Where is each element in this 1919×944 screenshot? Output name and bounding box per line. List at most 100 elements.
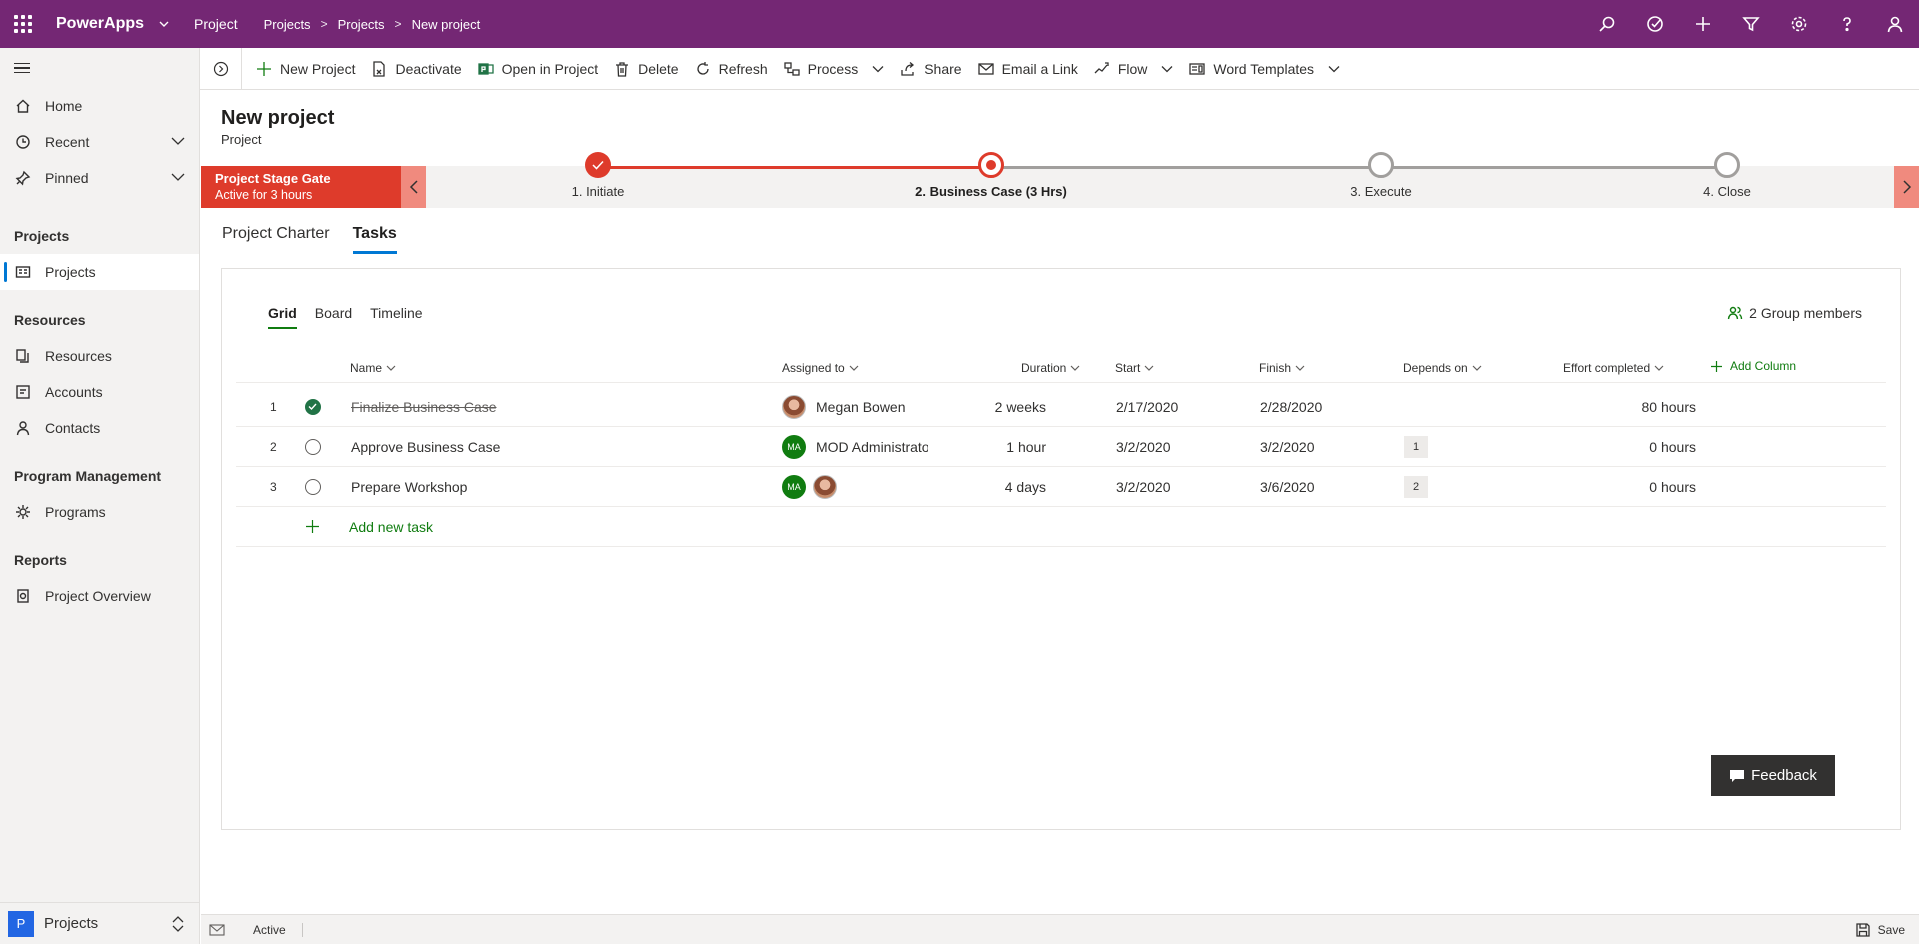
sidebar-item-home[interactable]: Home	[0, 88, 199, 124]
sidebar-item-resources[interactable]: Resources	[0, 338, 199, 374]
assigned-to[interactable]: MOD Administrator	[816, 439, 928, 455]
clock-icon	[14, 133, 32, 151]
table-row[interactable]: 1 Finalize Business Case Megan Bowen 2 w…	[236, 387, 1886, 427]
task-finish[interactable]: 2/28/2020	[1260, 399, 1322, 415]
stage-node-close[interactable]	[1714, 152, 1740, 178]
add-column-button[interactable]: Add Column	[1710, 359, 1796, 373]
sidebar-item-recent[interactable]: Recent	[0, 124, 199, 160]
filter-icon[interactable]	[1727, 0, 1775, 48]
refresh-button[interactable]: Refresh	[687, 48, 776, 90]
task-name[interactable]: Approve Business Case	[351, 439, 500, 455]
next-stage-button[interactable]	[1894, 166, 1919, 208]
help-icon[interactable]	[1823, 0, 1871, 48]
stage-label-active[interactable]: 2. Business Case (3 Hrs)	[915, 184, 1067, 199]
area-label: Projects	[44, 915, 99, 932]
sidebar-item-programs[interactable]: Programs	[0, 494, 199, 530]
task-effort[interactable]: 0 hours	[1586, 439, 1696, 455]
process-flyout-button[interactable]: Project Stage Gate Active for 3 hours	[201, 166, 401, 208]
task-finish[interactable]: 3/2/2020	[1260, 439, 1315, 455]
column-header-start[interactable]: Start	[1115, 361, 1154, 375]
share-button[interactable]: Share	[892, 48, 969, 90]
feedback-button[interactable]: Feedback	[1711, 755, 1835, 796]
table-row[interactable]: 2 Approve Business Case MA MOD Administr…	[236, 427, 1886, 467]
stage-label[interactable]: 1. Initiate	[572, 184, 625, 199]
column-header-name[interactable]: Name	[350, 361, 396, 375]
task-start[interactable]: 3/2/2020	[1116, 479, 1171, 495]
tab-project-charter[interactable]: Project Charter	[222, 225, 330, 254]
task-start[interactable]: 2/17/2020	[1116, 399, 1178, 415]
add-new-task-button[interactable]: Add new task	[349, 519, 433, 535]
assistant-icon[interactable]	[1631, 0, 1679, 48]
open-in-project-button[interactable]: Open in Project	[470, 48, 607, 90]
stage-node-business-case-active[interactable]	[978, 152, 1004, 178]
task-complete-checkbox[interactable]	[305, 399, 321, 415]
tab-tasks[interactable]: Tasks	[352, 225, 397, 254]
view-grid[interactable]: Grid	[268, 305, 297, 329]
task-start[interactable]: 3/2/2020	[1116, 439, 1171, 455]
open-record-icon[interactable]	[209, 922, 225, 938]
table-row[interactable]: 3 Prepare Workshop MA 4 days 3/2/2020 3/…	[236, 467, 1886, 507]
sidebar-item-pinned[interactable]: Pinned	[0, 160, 199, 196]
delete-button[interactable]: Delete	[606, 48, 686, 90]
task-duration[interactable]: 1 hour	[956, 439, 1046, 455]
view-timeline[interactable]: Timeline	[370, 305, 422, 329]
add-task-row[interactable]: Add new task	[236, 507, 1886, 547]
task-name[interactable]: Finalize Business Case	[351, 399, 497, 415]
stage-node-execute[interactable]	[1368, 152, 1394, 178]
column-header-duration[interactable]: Duration	[1021, 361, 1080, 375]
word-templates-button[interactable]: Word Templates	[1181, 48, 1348, 90]
depends-on-badge[interactable]: 1	[1404, 436, 1428, 458]
column-header-assigned[interactable]: Assigned to	[782, 361, 859, 375]
group-members-button[interactable]: 2 Group members	[1727, 305, 1862, 321]
stage-node-initiate-completed[interactable]	[585, 152, 611, 178]
save-button[interactable]: Save	[1855, 923, 1905, 937]
task-name[interactable]: Prepare Workshop	[351, 479, 467, 495]
sidebar-item-projects[interactable]: Projects	[0, 254, 199, 290]
task-complete-checkbox[interactable]	[305, 479, 321, 495]
depends-on-badge[interactable]: 2	[1404, 476, 1428, 498]
task-finish[interactable]: 3/6/2020	[1260, 479, 1315, 495]
breadcrumb-item[interactable]: Projects	[264, 17, 311, 32]
process-button[interactable]: Process	[776, 48, 893, 90]
task-duration[interactable]: 4 days	[956, 479, 1046, 495]
task-duration[interactable]: 2 weeks	[956, 399, 1046, 415]
user-icon[interactable]	[1871, 0, 1919, 48]
button-label: Open in Project	[501, 60, 599, 77]
plus-icon[interactable]	[1679, 0, 1727, 48]
chevron-down-icon[interactable]	[154, 14, 174, 34]
previous-stage-button[interactable]	[401, 166, 426, 208]
breadcrumb-item[interactable]: Projects	[338, 17, 385, 32]
chevron-down-icon[interactable]	[171, 134, 185, 151]
plus-icon	[257, 61, 271, 76]
email-link-button[interactable]: Email a Link	[970, 48, 1086, 90]
app-name[interactable]: PowerApps	[56, 15, 144, 33]
hamburger-icon[interactable]	[0, 48, 199, 88]
stage-label[interactable]: 3. Execute	[1350, 184, 1411, 199]
sidebar-item-project-overview[interactable]: Project Overview	[0, 578, 199, 614]
new-project-button[interactable]: New Project	[248, 48, 363, 90]
column-header-depends[interactable]: Depends on	[1403, 361, 1482, 375]
view-board[interactable]: Board	[315, 305, 352, 329]
deactivate-button[interactable]: Deactivate	[363, 48, 469, 90]
task-complete-checkbox[interactable]	[305, 439, 321, 455]
gear-icon[interactable]	[1775, 0, 1823, 48]
entity-name[interactable]: Project	[194, 16, 238, 32]
column-header-finish[interactable]: Finish	[1259, 361, 1305, 375]
sidebar-item-accounts[interactable]: Accounts	[0, 374, 199, 410]
task-effort[interactable]: 80 hours	[1586, 399, 1696, 415]
column-header-effort[interactable]: Effort completed	[1563, 361, 1664, 375]
chevron-updown-icon	[171, 915, 185, 933]
task-effort[interactable]: 0 hours	[1586, 479, 1696, 495]
back-icon[interactable]	[200, 47, 242, 90]
sidebar-item-contacts[interactable]: Contacts	[0, 410, 199, 446]
stage-label[interactable]: 4. Close	[1703, 184, 1751, 199]
flow-button[interactable]: Flow	[1086, 48, 1182, 90]
search-icon[interactable]	[1583, 0, 1631, 48]
area-switcher[interactable]: P Projects	[0, 902, 199, 944]
button-label: New Project	[280, 60, 356, 77]
chevron-down-icon[interactable]	[171, 170, 185, 187]
sidebar-item-label: Contacts	[45, 420, 101, 436]
app-launcher-icon[interactable]	[0, 0, 46, 48]
assigned-to[interactable]: Megan Bowen	[816, 399, 926, 415]
avatar	[813, 475, 837, 499]
